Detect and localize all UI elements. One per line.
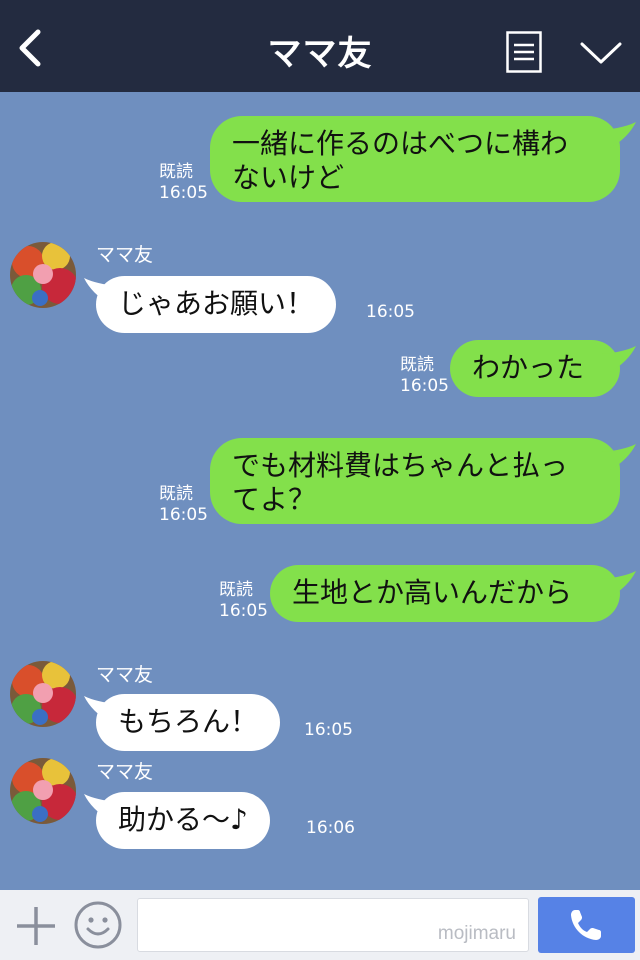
read-receipt: 既読	[400, 355, 434, 375]
sender-name: ママ友	[96, 664, 154, 686]
sender-name: ママ友	[96, 244, 154, 266]
message-time: 16:05	[159, 183, 208, 203]
watermark-text: mojimaru	[437, 923, 516, 944]
outgoing-message-bubble[interactable]: わかった	[450, 340, 620, 397]
outgoing-message-bubble[interactable]: 生地とか高いんだから	[270, 565, 620, 622]
chat-title: ママ友	[267, 34, 373, 74]
input-bar: mojimaru	[0, 890, 640, 960]
read-receipt: 既読	[219, 580, 253, 600]
message-time: 16:06	[306, 818, 355, 838]
message-text-line: ないけど	[232, 161, 345, 194]
message-text-line: 助かる〜♪	[118, 803, 248, 836]
message-text-line: 一緒に作るのはべつに構わ	[232, 127, 569, 160]
chat-header: ママ友	[0, 0, 640, 92]
call-button[interactable]	[538, 897, 635, 953]
message-text-line: てよ？	[232, 483, 317, 516]
emoji-icon[interactable]	[73, 900, 123, 950]
sender-name: ママ友	[96, 761, 154, 783]
message-meta: 既読 16:05	[159, 162, 208, 204]
incoming-message-bubble[interactable]: もちろん！	[96, 694, 281, 751]
message-time: 16:05	[400, 376, 449, 396]
message-text-line: 生地とか高いんだから	[292, 576, 573, 609]
bubble-tail	[602, 122, 636, 148]
message-text-line: でも材料費はちゃんと払っ	[232, 449, 569, 482]
message-list[interactable]: 既読 16:05 一緒に作るのはべつに構わ ないけど ママ友 じゃあお願い！ 1…	[0, 92, 640, 890]
read-receipt: 既読	[159, 484, 193, 504]
avatar[interactable]	[10, 661, 76, 727]
message-text-line: じゃあお願い！	[118, 287, 315, 320]
message-text-line: もちろん！	[118, 705, 259, 738]
message-time: 16:05	[366, 302, 415, 322]
incoming-message-bubble[interactable]: じゃあお願い！	[96, 276, 337, 333]
message-time: 16:05	[304, 720, 353, 740]
message-time: 16:05	[159, 505, 208, 525]
plus-icon[interactable]	[14, 904, 58, 948]
read-receipt: 既読	[159, 162, 193, 182]
outgoing-message-bubble[interactable]: でも材料費はちゃんと払っ てよ？	[210, 438, 620, 524]
outgoing-message-bubble[interactable]: 一緒に作るのはべつに構わ ないけど	[210, 116, 620, 202]
avatar[interactable]	[10, 758, 76, 824]
chevron-down-icon[interactable]	[580, 40, 622, 66]
menu-list-icon[interactable]	[506, 31, 542, 73]
message-text-line: わかった	[472, 351, 585, 384]
message-meta: 既読 16:05	[219, 580, 268, 622]
bubble-tail	[602, 346, 636, 372]
message-time: 16:05	[219, 601, 268, 621]
avatar[interactable]	[10, 242, 76, 308]
bubble-tail	[602, 444, 636, 470]
message-meta: 既読 16:05	[159, 484, 208, 526]
phone-icon	[571, 910, 601, 940]
message-input[interactable]: mojimaru	[137, 898, 529, 952]
message-meta: 既読 16:05	[400, 355, 449, 397]
incoming-message-bubble[interactable]: 助かる〜♪	[96, 792, 270, 849]
bubble-tail	[602, 571, 636, 597]
